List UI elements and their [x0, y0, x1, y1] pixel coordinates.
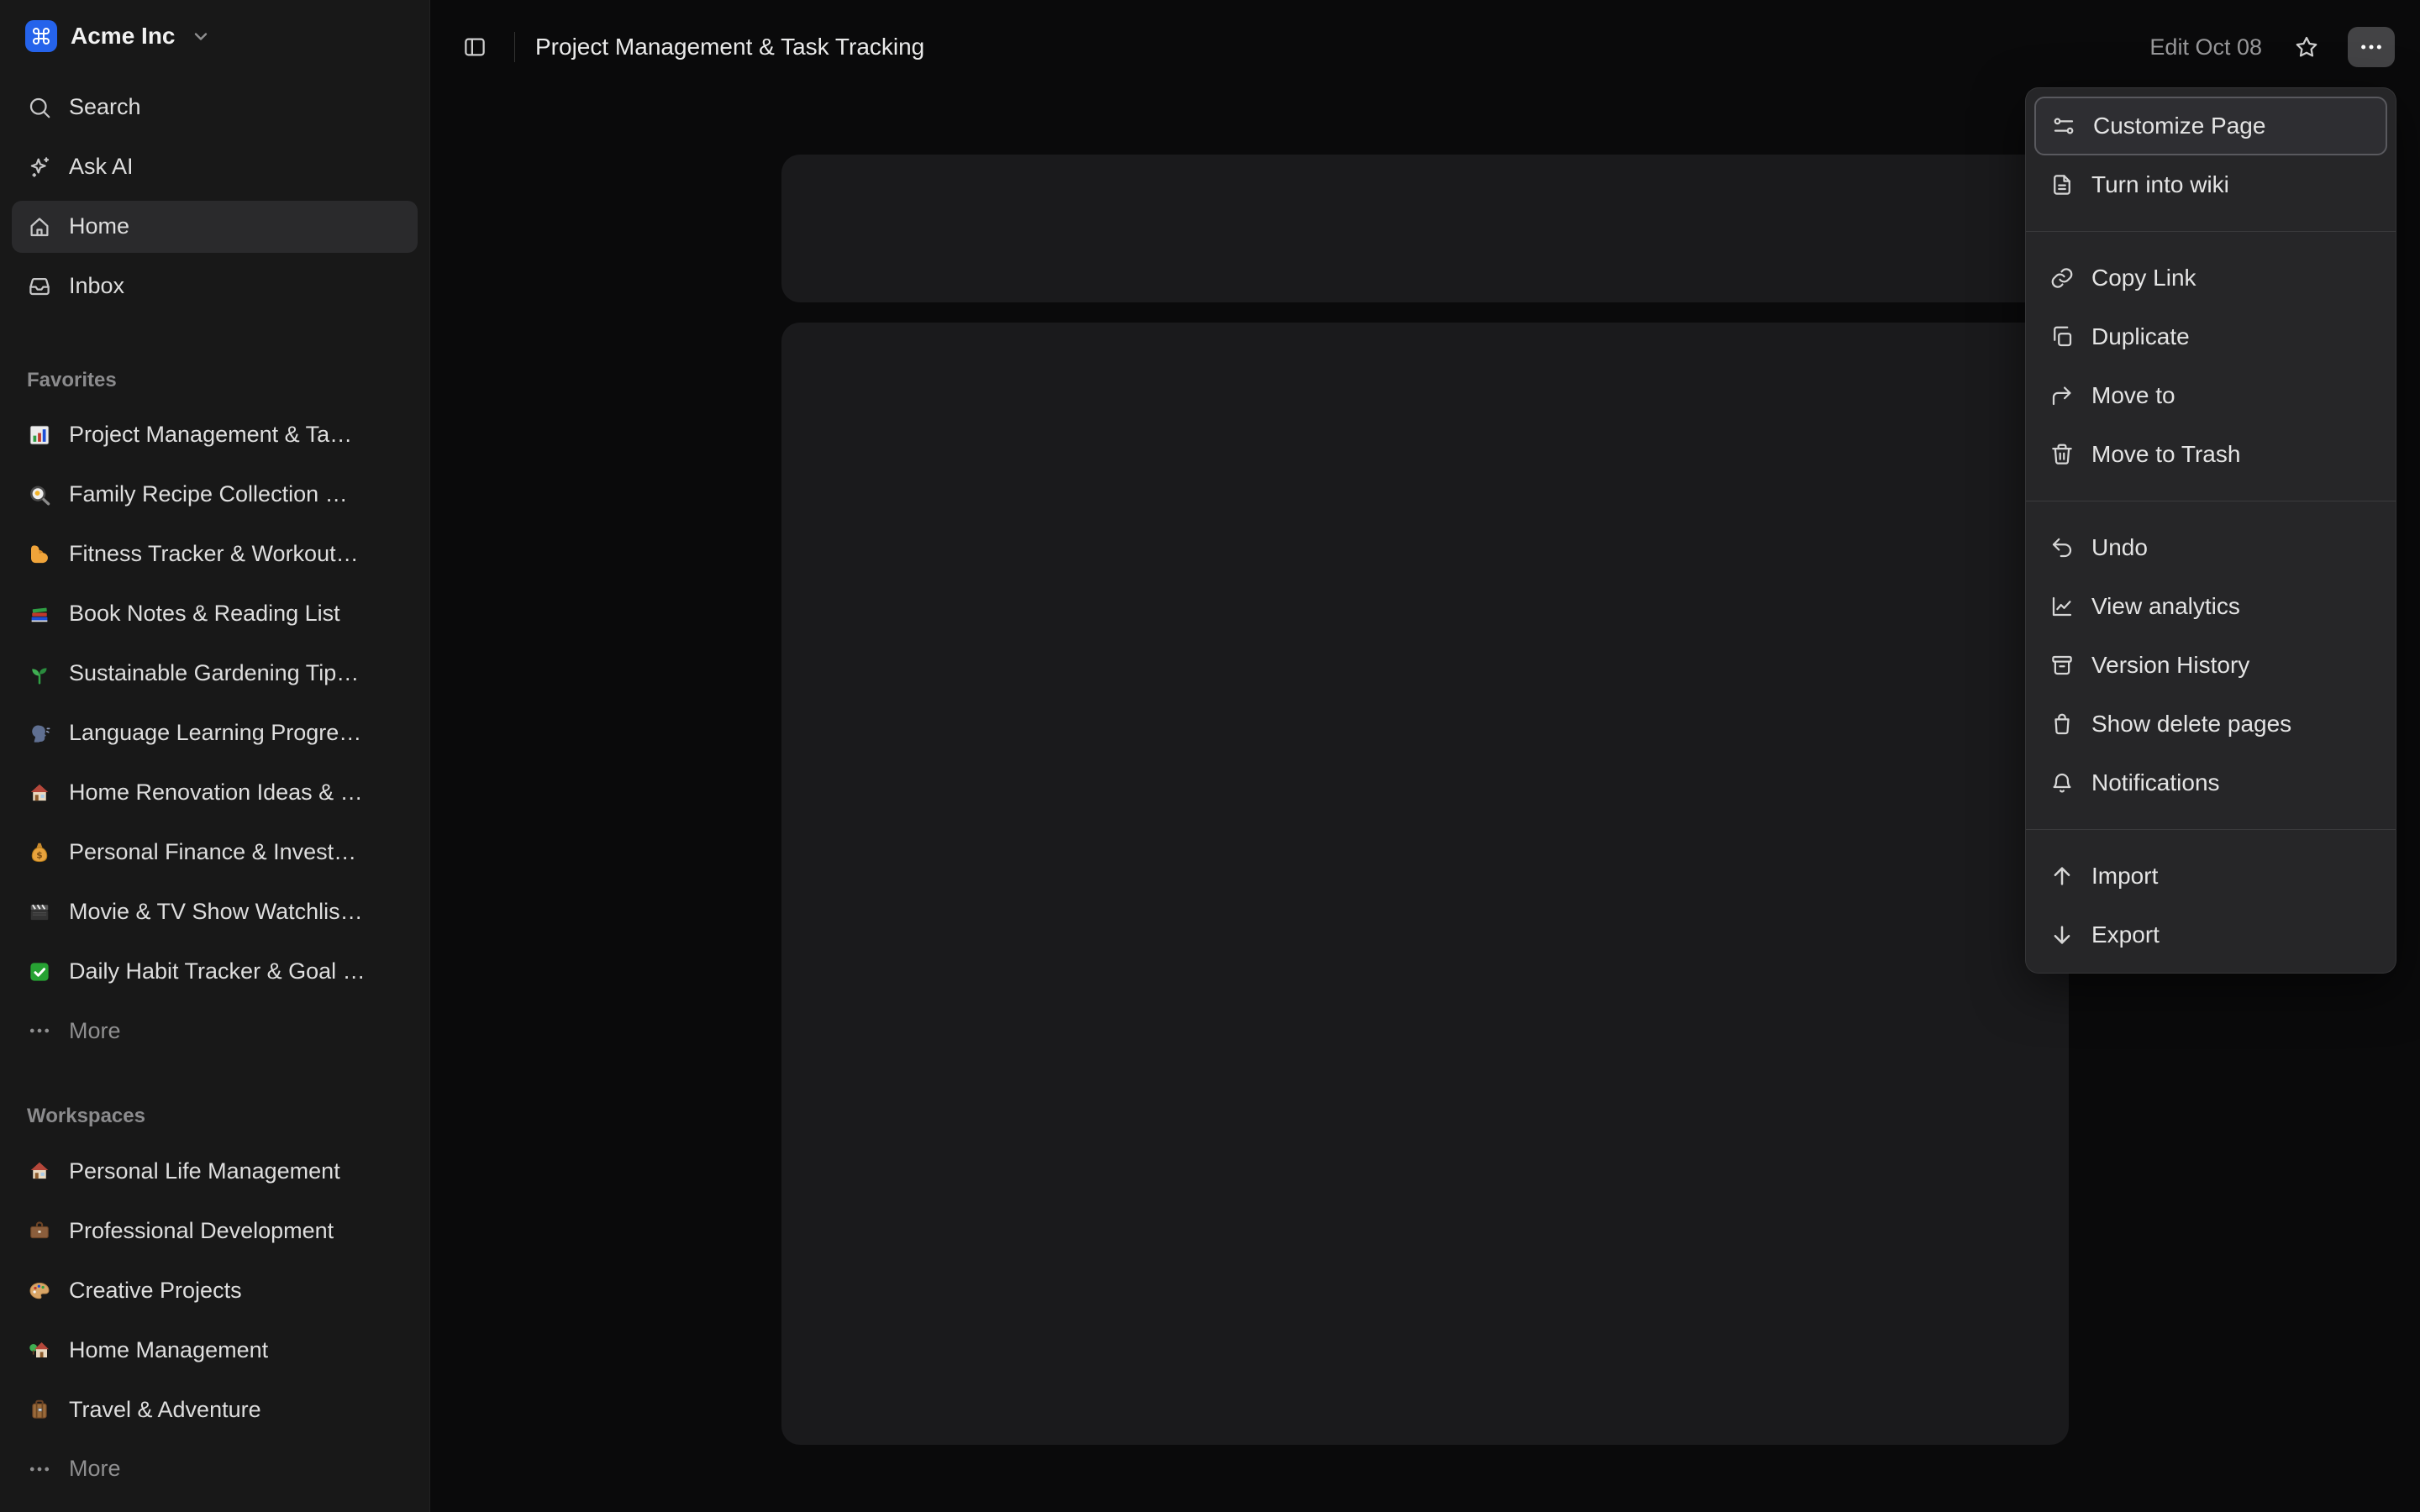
menu-item-view-analytics[interactable]: View analytics — [2034, 577, 2387, 636]
sidebar-item-ask-ai[interactable]: Ask AI — [12, 141, 418, 193]
workspace-item-professional-development[interactable]: Professional Development — [12, 1205, 418, 1257]
workspace-item-creative-projects[interactable]: Creative Projects — [12, 1264, 418, 1316]
menu-item-undo[interactable]: Undo — [2034, 518, 2387, 577]
main-area: Project Management & Task Tracking Edit … — [430, 0, 2420, 1512]
favorite-item-book-notes-reading-list[interactable]: Book Notes & Reading List — [12, 588, 418, 640]
favorite-item-sustainable-gardening-tip[interactable]: Sustainable Gardening Tip… — [12, 648, 418, 700]
sidebar-nav: Search Ask AI Home Inbox — [12, 81, 418, 320]
svg-text:$: $ — [36, 850, 42, 861]
copy-icon — [2049, 324, 2075, 349]
favorite-item-family-recipe-collection[interactable]: Family Recipe Collection … — [12, 469, 418, 521]
briefcase-icon — [27, 1218, 52, 1243]
seedling-icon — [27, 661, 52, 686]
file-text-icon — [2049, 172, 2075, 197]
inbox-icon — [27, 274, 52, 299]
topbar-actions: Edit Oct 08 — [2149, 27, 2395, 67]
workspaces-list: Personal Life Management Professional Dev… — [12, 1145, 418, 1443]
workspace-name: Acme Inc — [71, 23, 176, 50]
menu-item-version-history[interactable]: Version History — [2034, 636, 2387, 695]
home-icon — [27, 214, 52, 239]
menu-item-customize-page[interactable]: Customize Page — [2034, 97, 2387, 155]
page-content-block[interactable] — [781, 323, 2069, 1445]
favorite-star-button[interactable] — [2287, 28, 2326, 66]
menu-item-move-to[interactable]: Move to — [2034, 366, 2387, 425]
workspace-item-personal-life-management[interactable]: Personal Life Management — [12, 1145, 418, 1197]
sidebar-toggle-button[interactable] — [455, 28, 494, 66]
check-icon — [27, 959, 52, 984]
menu-item-notifications[interactable]: Notifications — [2034, 753, 2387, 812]
workspace-switcher[interactable]: Acme Inc — [12, 10, 418, 63]
menu-item-turn-into-wiki[interactable]: Turn into wiki — [2034, 155, 2387, 214]
favorite-item-home-renovation-ideas[interactable]: Home Renovation Ideas & … — [12, 767, 418, 819]
favorites-more-button[interactable]: More — [12, 1005, 418, 1057]
favorite-item-fitness-tracker-workout[interactable]: Fitness Tracker & Workout… — [12, 528, 418, 580]
house-icon — [27, 1158, 52, 1184]
house-icon — [27, 780, 52, 806]
workspaces-more-button[interactable]: More — [12, 1443, 418, 1494]
page-options-menu: Customize PageTurn into wiki Copy LinkDup… — [2025, 87, 2396, 974]
trash-icon — [2049, 711, 2075, 737]
favorites-header: Favorites — [12, 369, 418, 392]
undo-icon — [2049, 535, 2075, 560]
arrow-up-icon — [2049, 864, 2075, 889]
cooking-icon — [27, 482, 52, 507]
menu-item-move-to-trash[interactable]: Move to Trash — [2034, 425, 2387, 484]
speaking-head-icon — [27, 721, 52, 746]
favorite-item-daily-habit-tracker-goal[interactable]: Daily Habit Tracker & Goal … — [12, 946, 418, 998]
house-garden-icon — [27, 1337, 52, 1362]
favorite-item-language-learning-progre[interactable]: Language Learning Progre… — [12, 707, 418, 759]
sparkles-icon — [27, 155, 52, 180]
search-icon — [27, 95, 52, 120]
palette-icon — [27, 1278, 52, 1303]
last-edited-label: Edit Oct 08 — [2149, 34, 2262, 60]
favorite-item-project-management-ta[interactable]: Project Management & Ta… — [12, 409, 418, 461]
menu-divider — [2026, 829, 2396, 830]
arrow-down-icon — [2049, 922, 2075, 948]
clapper-icon — [27, 900, 52, 925]
menu-item-copy-link[interactable]: Copy Link — [2034, 249, 2387, 307]
books-icon — [27, 601, 52, 627]
ellipsis-icon — [27, 1018, 52, 1043]
bell-icon — [2049, 770, 2075, 795]
move-to-icon — [2049, 383, 2075, 408]
chevron-down-icon — [191, 26, 211, 46]
sidebar-item-home[interactable]: Home — [12, 201, 418, 253]
menu-item-duplicate[interactable]: Duplicate — [2034, 307, 2387, 366]
page-title: Project Management & Task Tracking — [535, 34, 924, 60]
ellipsis-icon — [27, 1457, 52, 1482]
workspace-logo-command-icon — [25, 20, 57, 52]
favorite-item-movie-tv-show-watchlis[interactable]: Movie & TV Show Watchlis… — [12, 886, 418, 938]
topbar: Project Management & Task Tracking Edit … — [430, 0, 2420, 94]
version-history-icon — [2049, 653, 2075, 678]
workspaces-header: Workspaces — [12, 1105, 418, 1128]
sidebar-item-search[interactable]: Search — [12, 81, 418, 134]
link-icon — [2049, 265, 2075, 291]
money-bag-icon: $ — [27, 840, 52, 865]
favorite-item-personal-finance-invest[interactable]: $Personal Finance & Invest… — [12, 827, 418, 879]
trash-lines-icon — [2049, 442, 2075, 467]
menu-item-import[interactable]: Import — [2034, 847, 2387, 906]
luggage-icon — [27, 1397, 52, 1422]
bar-chart-icon — [27, 423, 52, 448]
sliders-icon — [2051, 113, 2076, 139]
menu-divider — [2026, 231, 2396, 232]
muscle-icon — [27, 542, 52, 567]
topbar-divider — [514, 32, 515, 62]
menu-item-export[interactable]: Export — [2034, 906, 2387, 964]
page-more-options-button[interactable] — [2348, 27, 2395, 67]
sidebar-item-inbox[interactable]: Inbox — [12, 260, 418, 312]
menu-item-show-delete-pages[interactable]: Show delete pages — [2034, 695, 2387, 753]
sidebar: Acme Inc Search Ask AI Home Inbox Favorites… — [0, 0, 430, 1512]
page-content-block[interactable] — [781, 155, 2069, 302]
workspace-item-home-management[interactable]: Home Management — [12, 1324, 418, 1376]
page-content — [781, 155, 2069, 1445]
favorites-list: Project Management & Ta… Family Recipe Co… — [12, 409, 418, 1005]
analytics-icon — [2049, 594, 2075, 619]
workspace-item-travel-adventure[interactable]: Travel & Adventure — [12, 1383, 418, 1436]
